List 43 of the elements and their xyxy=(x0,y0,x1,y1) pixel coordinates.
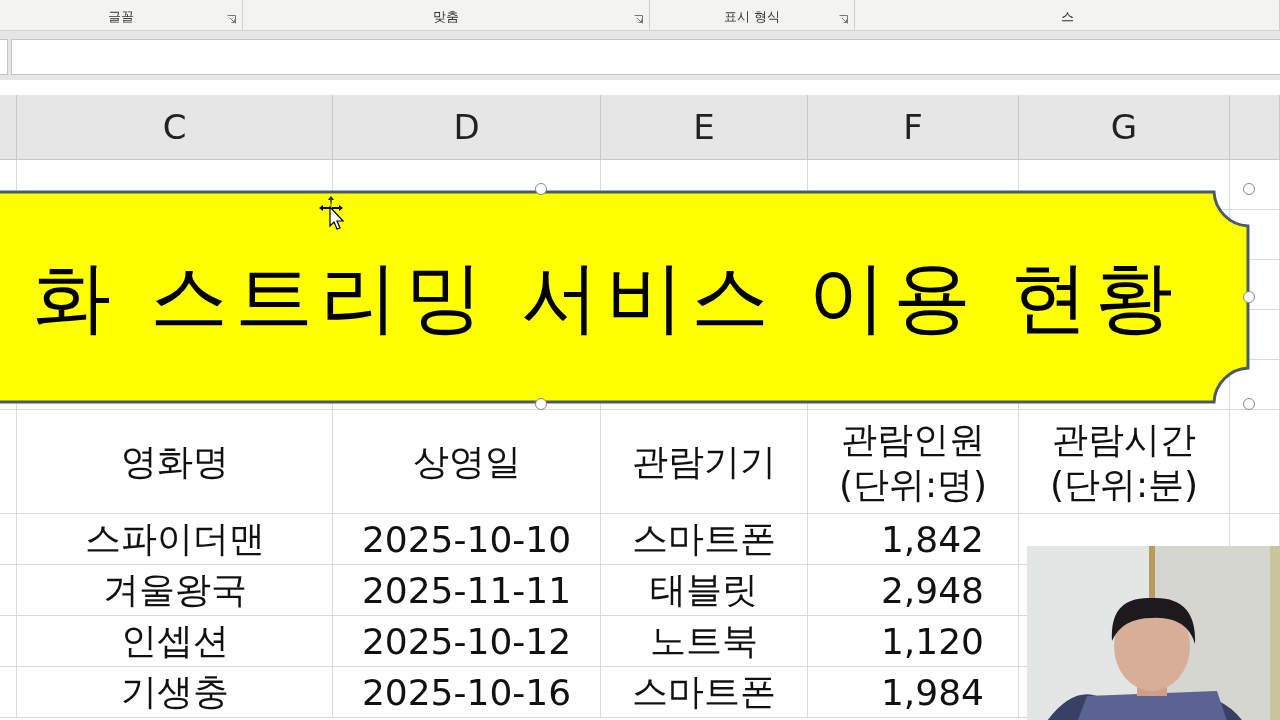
table-cell: 1,120 xyxy=(808,616,1019,667)
move-cursor-icon xyxy=(318,195,346,231)
banner-title: 화 스트리밍 서비스 이용 현황 xyxy=(32,252,1180,342)
table-cell: 2025-10-12 xyxy=(333,616,601,667)
table-cell: 태블릿 xyxy=(601,565,808,616)
group-label: 스 xyxy=(1060,8,1074,26)
table-cell: 1,842 xyxy=(808,514,1019,565)
header-cell: 상영일 xyxy=(333,410,601,514)
table-cell: 노트북 xyxy=(601,616,808,667)
table-cell: 2025-10-16 xyxy=(333,667,601,718)
group-label: 표시 형식 xyxy=(723,8,781,26)
grid-cell xyxy=(0,514,17,565)
header-cell: 관람인원 (단위:명) xyxy=(808,410,1019,514)
table-cell: 인셉션 xyxy=(17,616,333,667)
grid-cell xyxy=(0,565,17,616)
table-cell: 2,948 xyxy=(808,565,1019,616)
table-cell: 스파이더맨 xyxy=(17,514,333,565)
table-cell: 기생충 xyxy=(17,667,333,718)
table-cell: 2025-10-10 xyxy=(333,514,601,565)
header-cell: 영화명 xyxy=(17,410,333,514)
table-cell: 겨울왕국 xyxy=(17,565,333,616)
grid-cell xyxy=(0,667,17,718)
resize-handle[interactable] xyxy=(1243,183,1255,195)
header-cell: 관람기기 xyxy=(601,410,808,514)
grid-cell xyxy=(0,616,17,667)
column-header[interactable]: F xyxy=(808,95,1019,159)
table-cell: 2025-11-11 xyxy=(333,565,601,616)
resize-handle[interactable] xyxy=(1243,398,1255,410)
column-header[interactable]: D xyxy=(333,95,601,159)
dialog-launcher-icon[interactable] xyxy=(634,15,643,24)
header-cell: 관람시간 (단위:분) xyxy=(1019,410,1230,514)
column-header[interactable]: G xyxy=(1019,95,1230,159)
group-label: 맞춤 xyxy=(433,8,459,26)
table-cell: 1,984 xyxy=(808,667,1019,718)
dialog-launcher-icon[interactable] xyxy=(839,15,848,24)
column-header[interactable]: C xyxy=(17,95,333,159)
group-label: 글꼴 xyxy=(108,8,134,26)
dialog-launcher-icon[interactable] xyxy=(227,15,236,24)
resize-handle[interactable] xyxy=(535,183,547,195)
title-banner[interactable] xyxy=(0,190,1250,404)
column-header[interactable]: E xyxy=(601,95,808,159)
table-cell: 스마트폰 xyxy=(601,514,808,565)
table-cell: 스마트폰 xyxy=(601,667,808,718)
